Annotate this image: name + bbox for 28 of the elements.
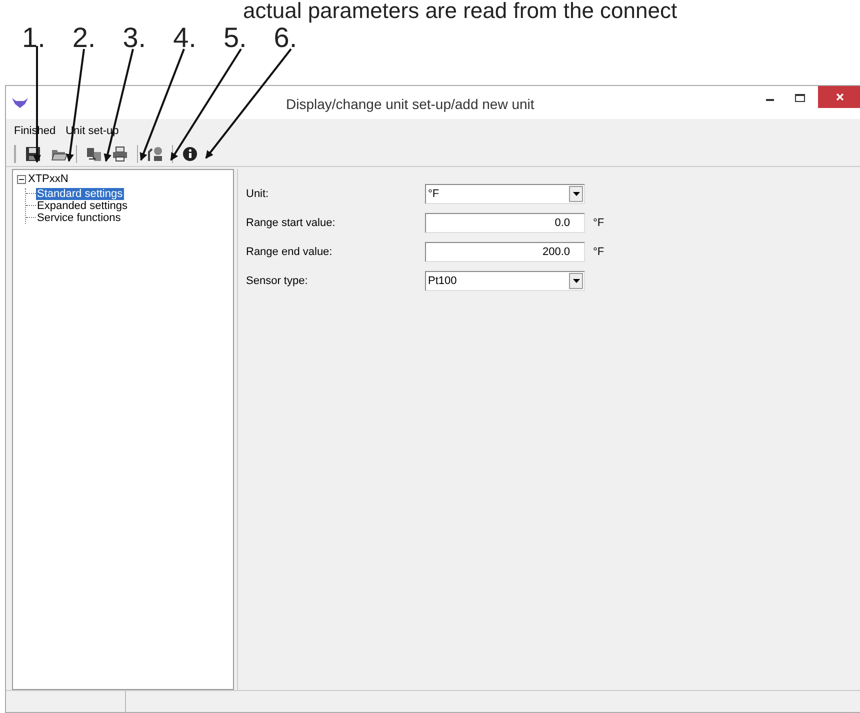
callout-number: 5.	[223, 22, 247, 54]
close-icon	[836, 93, 844, 101]
callout-number: 1.	[22, 22, 46, 54]
number-field[interactable]: 200.0	[425, 242, 585, 262]
field-label: Range end value:	[246, 244, 334, 260]
collapse-toggle-icon[interactable]	[17, 174, 26, 184]
unit-label: °F	[593, 244, 604, 260]
tree-item[interactable]: Expanded settings	[36, 200, 129, 212]
field-label: Sensor type:	[246, 274, 309, 289]
dropdown-field[interactable]: Pt100	[425, 271, 585, 291]
unit-label: °F	[593, 216, 604, 231]
field-label: Unit:	[246, 186, 270, 202]
tree-item[interactable]: Service functions	[36, 212, 122, 224]
app-logo-icon	[12, 98, 28, 108]
callout-number: 4.	[173, 22, 196, 54]
callout-number: 3.	[122, 22, 146, 54]
dropdown-field[interactable]: °F	[425, 184, 585, 204]
caption-text: actual parameters are read from the connect	[243, 0, 678, 22]
field-label: Range start value:	[246, 216, 336, 231]
callout-number: 6.	[274, 22, 298, 54]
callout-number: 2.	[72, 22, 96, 54]
tree-item[interactable]: XTPxxN	[28, 171, 68, 188]
dropdown-arrow-icon	[572, 279, 580, 283]
window-title: Display/change unit set-up/add new unit	[286, 95, 534, 114]
number-field[interactable]: 0.0	[425, 213, 585, 233]
close-button[interactable]	[818, 86, 860, 108]
tree-item[interactable]: Standard settings	[36, 188, 124, 200]
dropdown-arrow-icon	[572, 192, 580, 196]
